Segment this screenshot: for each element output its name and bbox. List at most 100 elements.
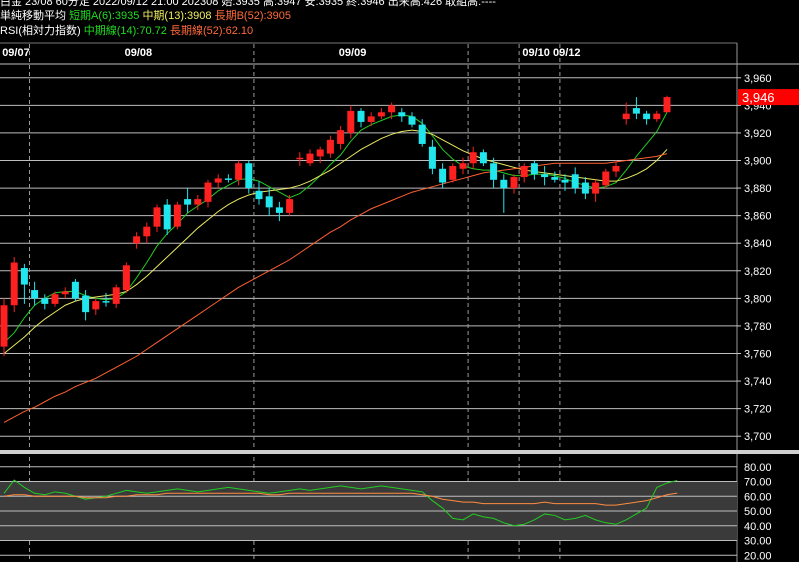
candle-down bbox=[71, 281, 79, 299]
ma-mid-label: 中期(13):3908 bbox=[142, 10, 212, 22]
date-label: 09/10 bbox=[522, 47, 550, 59]
candle-up bbox=[286, 199, 294, 213]
ma-long-line bbox=[3, 153, 668, 423]
candle-up bbox=[347, 110, 355, 133]
candle-down bbox=[255, 190, 263, 200]
price-tick-label: 3,740 bbox=[744, 376, 772, 388]
candle-up bbox=[520, 166, 528, 178]
candle-down bbox=[102, 301, 110, 303]
ma-short-label: 短期A(6):3935 bbox=[69, 10, 140, 22]
candle-down bbox=[245, 163, 253, 189]
candle-up bbox=[122, 265, 130, 291]
candle-up bbox=[112, 287, 120, 304]
candle-down bbox=[479, 152, 487, 164]
candle-up bbox=[204, 182, 212, 202]
candle-down bbox=[82, 295, 90, 313]
price-tick-label: 3,880 bbox=[744, 183, 772, 195]
candle-down bbox=[418, 124, 426, 144]
candle-up bbox=[316, 149, 324, 157]
pane-divider bbox=[0, 450, 799, 454]
rsi-title: RSI(相対力指数) bbox=[0, 25, 81, 37]
candle-down bbox=[224, 178, 232, 180]
candle-up bbox=[153, 207, 161, 227]
rsi-tick-label: 40.00 bbox=[744, 521, 772, 533]
candle-up bbox=[622, 113, 630, 120]
ma-mid-line bbox=[3, 129, 668, 354]
price-tick-label: 3,900 bbox=[744, 156, 772, 168]
candle-up bbox=[51, 294, 59, 304]
rsi-tick-label: 70.00 bbox=[744, 477, 772, 489]
rsi-tick-label: 80.00 bbox=[744, 462, 772, 474]
candle-up bbox=[388, 105, 396, 113]
price-tick-label: 3,800 bbox=[744, 293, 772, 305]
price-tick-label: 3,780 bbox=[744, 321, 772, 333]
candle-up bbox=[592, 182, 600, 194]
price-tick-label: 3,720 bbox=[744, 404, 772, 416]
candle-up bbox=[367, 116, 375, 122]
price-tick-label: 3,760 bbox=[744, 349, 772, 361]
candle-down bbox=[163, 204, 171, 230]
rsi-mid-label: 中期線(14):70.72 bbox=[83, 25, 167, 37]
candle-up bbox=[143, 226, 151, 237]
candle-up bbox=[306, 153, 314, 164]
price-tick-label: 3,840 bbox=[744, 238, 772, 250]
price-tick-label: 3,820 bbox=[744, 266, 772, 278]
candle-down bbox=[357, 110, 365, 122]
candle-up bbox=[602, 171, 610, 186]
price-tick-label: 3,700 bbox=[744, 431, 772, 443]
candle-down bbox=[581, 182, 589, 194]
candle-down bbox=[551, 177, 559, 180]
candle-up bbox=[194, 199, 202, 205]
price-chart[interactable]: 3,700 3,720 3,740 3,760 3,780 3,800 3,820 3,840… bbox=[0, 0, 799, 562]
date-label: 09/09 bbox=[339, 47, 367, 59]
moving-average-legend: 単純移動平均 短期A(6):3935 中期(13):3908 長期B(52):3… bbox=[0, 10, 291, 23]
rsi-mid-line bbox=[3, 479, 678, 527]
candle-down bbox=[439, 168, 447, 183]
candle-down bbox=[31, 290, 39, 299]
candle-up bbox=[663, 97, 671, 113]
rsi-band bbox=[0, 481, 737, 541]
rsi-tick-label: 20.00 bbox=[744, 550, 772, 562]
price-tick-label: 3,940 bbox=[744, 100, 772, 112]
candle-up bbox=[214, 178, 222, 183]
candle-up bbox=[449, 166, 457, 180]
candle-down bbox=[265, 196, 273, 208]
candle-down bbox=[20, 268, 28, 285]
candle-down bbox=[500, 179, 508, 189]
candle-down bbox=[530, 163, 538, 175]
candle-up bbox=[92, 301, 100, 310]
date-label: 09/08 bbox=[125, 47, 153, 59]
date-label: 09/12 bbox=[553, 47, 581, 59]
last-price-label: 3,946 bbox=[742, 90, 775, 105]
candle-down bbox=[275, 207, 283, 213]
rsi-legend: RSI(相対力指数) 中期線(14):70.72 長期線(52):62.10 bbox=[0, 25, 253, 38]
candle-down bbox=[184, 199, 192, 205]
candle-down bbox=[571, 174, 579, 189]
candle-up bbox=[653, 113, 661, 120]
chart-info-line: 白金 23/08 60分足 2022/09/12 21:00 202308 始:… bbox=[0, 0, 496, 9]
candle-down bbox=[632, 108, 640, 114]
candle-up bbox=[459, 163, 467, 169]
candle-up bbox=[510, 177, 518, 189]
candle-up bbox=[10, 262, 18, 306]
candle-up bbox=[0, 305, 8, 347]
candle-up bbox=[337, 130, 345, 144]
candle-down bbox=[41, 298, 49, 304]
rsi-tick-label: 50.00 bbox=[744, 506, 772, 518]
last-price-tag bbox=[738, 89, 799, 106]
candle-down bbox=[428, 146, 436, 169]
instrument-info: 白金 23/08 60分足 2022/09/12 21:00 202308 始:… bbox=[0, 0, 496, 8]
candle-up bbox=[296, 157, 304, 160]
rsi-tick-label: 30.00 bbox=[744, 536, 772, 548]
price-tick-label: 3,920 bbox=[744, 128, 772, 140]
date-label: 09/07 bbox=[2, 47, 30, 59]
candle-down bbox=[561, 179, 569, 183]
rsi-long-label: 長期線(52):62.10 bbox=[169, 25, 254, 37]
candle-down bbox=[490, 163, 498, 180]
price-tick-label: 3,860 bbox=[744, 211, 772, 223]
price-tick-label: 3,960 bbox=[744, 73, 772, 85]
candle-down bbox=[541, 174, 549, 178]
candle-up bbox=[469, 152, 477, 164]
candle-up bbox=[326, 139, 334, 154]
candle-up bbox=[173, 204, 181, 227]
